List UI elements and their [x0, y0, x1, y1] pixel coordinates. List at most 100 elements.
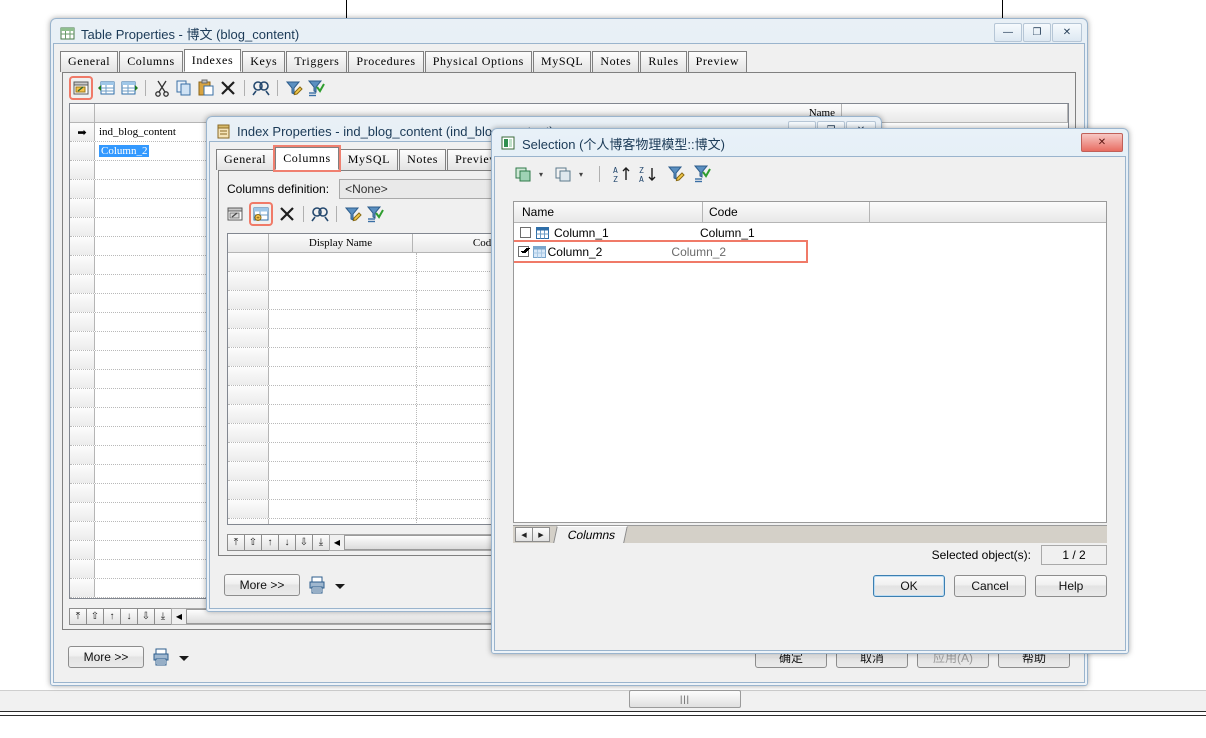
checkbox-checked-icon[interactable] [517, 246, 529, 257]
selection-sheet-tabs[interactable]: ◀ ▶ Columns [513, 525, 1107, 543]
deselect-all-dropdown-icon[interactable]: ▾ [575, 170, 587, 179]
row-marker[interactable] [228, 405, 269, 423]
nav-first-row[interactable]: ⤒ [227, 534, 245, 551]
list-item[interactable]: Column_1 Column_1 [514, 223, 1106, 242]
column-header-display-name[interactable]: Display Name [269, 234, 413, 252]
tab-columns[interactable]: Columns [275, 147, 339, 170]
cell-display-name[interactable] [269, 462, 417, 480]
row-checkbox[interactable] [514, 246, 533, 257]
row-marker[interactable] [70, 541, 95, 559]
chevron-down-icon[interactable] [334, 580, 346, 590]
cell-display-name[interactable] [269, 519, 417, 524]
nav-next-page[interactable]: ⇩ [295, 534, 313, 551]
chevron-down-icon[interactable] [178, 652, 190, 662]
row-marker[interactable] [70, 199, 95, 217]
row-marker[interactable] [70, 484, 95, 502]
horizontal-scroll-thumb[interactable]: ||| [629, 690, 741, 708]
find-icon[interactable] [251, 78, 271, 98]
paste-icon[interactable] [196, 78, 216, 98]
cut-icon[interactable] [152, 78, 172, 98]
tab-indexes[interactable]: Indexes [183, 49, 242, 72]
row-marker[interactable] [228, 462, 269, 480]
column-header-name[interactable]: Name [514, 202, 703, 222]
cell-display-name[interactable] [269, 253, 417, 271]
cell-display-name[interactable] [269, 272, 417, 290]
cancel-button[interactable]: Cancel [954, 575, 1026, 597]
row-marker[interactable] [228, 253, 269, 271]
row-marker[interactable] [70, 389, 95, 407]
selection-dialog[interactable]: Selection (个人博客物理模型::博文) ✕ ▾ ▾ A Z Z A N… [491, 128, 1129, 654]
indexes-row-navigation[interactable]: ⤒ ⇧ ↑ ↓ ⇩ ⤓ [69, 608, 172, 625]
close-button[interactable]: ✕ [1052, 23, 1082, 42]
tab-general[interactable]: General [60, 51, 119, 72]
row-marker[interactable] [70, 351, 95, 369]
table-properties-titlebar[interactable]: Table Properties - 博文 (blog_content) — ❐… [54, 22, 1084, 44]
nav-last-row[interactable]: ⤓ [154, 608, 172, 625]
nav-next-page[interactable]: ⇩ [137, 608, 155, 625]
row-marker[interactable] [228, 386, 269, 404]
sheet-next-button[interactable]: ▶ [532, 527, 550, 542]
tab-preview[interactable]: Preview [687, 51, 748, 72]
sort-descending-icon[interactable]: Z A [638, 164, 658, 184]
row-marker[interactable] [70, 218, 95, 236]
row-checkbox[interactable] [514, 227, 536, 238]
checkbox-unchecked-icon[interactable] [519, 227, 531, 238]
cell-name[interactable]: Column_1 [554, 226, 694, 240]
row-marker[interactable] [70, 294, 95, 312]
row-marker[interactable] [228, 424, 269, 442]
cell-code[interactable]: Column_1 [694, 226, 860, 240]
row-marker[interactable] [228, 348, 269, 366]
filter-apply-icon[interactable] [306, 78, 326, 98]
delete-icon[interactable] [277, 204, 297, 224]
row-marker[interactable] [70, 427, 95, 445]
tab-mysql[interactable]: MySQL [339, 149, 399, 170]
nav-prev-page[interactable]: ⇧ [244, 534, 262, 551]
sort-ascending-icon[interactable]: A Z [612, 164, 632, 184]
row-marker[interactable] [70, 180, 95, 198]
ok-button[interactable]: OK [873, 575, 945, 597]
nav-prev-page[interactable]: ⇧ [86, 608, 104, 625]
properties-icon[interactable] [225, 204, 245, 224]
add-columns-icon[interactable]: + [251, 204, 271, 224]
delete-icon[interactable] [218, 78, 238, 98]
row-marker[interactable] [70, 579, 95, 597]
more-button[interactable]: More >> [224, 574, 300, 596]
tab-mysql[interactable]: MySQL [532, 51, 592, 72]
cell-name[interactable]: Column_2 [548, 245, 666, 259]
tab-columns[interactable]: Columns [119, 51, 183, 72]
row-marker[interactable] [70, 256, 95, 274]
nav-prev-row[interactable]: ↑ [103, 608, 121, 625]
row-marker[interactable] [70, 161, 95, 179]
nav-prev-row[interactable]: ↑ [261, 534, 279, 551]
tab-general[interactable]: General [216, 149, 275, 170]
row-marker[interactable] [70, 332, 95, 350]
filter-apply-icon[interactable] [692, 164, 712, 184]
minimize-button[interactable]: — [994, 23, 1022, 42]
help-button[interactable]: Help [1035, 575, 1107, 597]
row-marker[interactable] [228, 272, 269, 290]
cell-display-name[interactable] [269, 367, 417, 385]
tab-physical-options[interactable]: Physical Options [424, 51, 532, 72]
row-marker[interactable] [70, 313, 95, 331]
row-marker[interactable] [70, 598, 95, 599]
row-marker[interactable] [228, 519, 269, 524]
tab-rules[interactable]: Rules [640, 51, 687, 72]
filter-edit-icon[interactable] [666, 164, 686, 184]
row-marker[interactable] [70, 465, 95, 483]
row-marker[interactable] [70, 370, 95, 388]
cell-display-name[interactable] [269, 329, 417, 347]
nav-next-row[interactable]: ↓ [278, 534, 296, 551]
cell-display-name[interactable] [269, 291, 417, 309]
maximize-button[interactable]: ❐ [1023, 23, 1051, 42]
nav-first-row[interactable]: ⤒ [69, 608, 87, 625]
copy-icon[interactable] [174, 78, 194, 98]
tab-triggers[interactable]: Triggers [286, 51, 348, 72]
cell-display-name[interactable] [269, 500, 417, 518]
selection-grid[interactable]: Name Code Column_1 Column_1 Column_2 Col… [513, 201, 1107, 523]
row-marker[interactable] [70, 142, 95, 160]
selection-dialog-buttons[interactable]: OK Cancel Help [873, 575, 1107, 597]
row-marker[interactable] [70, 237, 95, 255]
cell-display-name[interactable] [269, 405, 417, 423]
index-properties-bottom-left[interactable]: More >> [224, 574, 346, 596]
table-properties-bottom-left[interactable]: More >> [68, 646, 190, 668]
